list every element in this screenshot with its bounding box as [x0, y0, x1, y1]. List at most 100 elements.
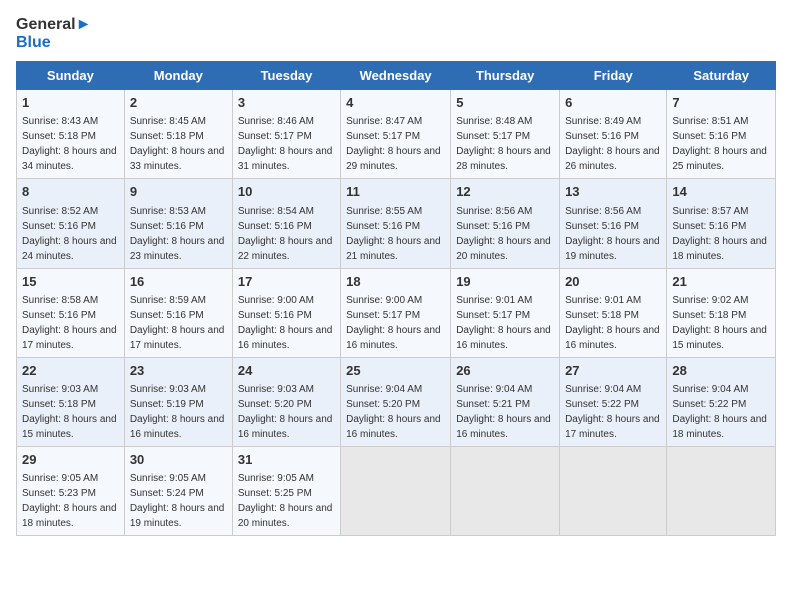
day-info: Sunrise: 8:56 AMSunset: 5:16 PMDaylight:…	[565, 206, 660, 262]
day-info: Sunrise: 8:45 AMSunset: 5:18 PMDaylight:…	[130, 116, 225, 172]
logo: General► Blue	[16, 16, 91, 51]
day-number: 16	[130, 273, 227, 291]
calendar-week-5: 29 Sunrise: 9:05 AMSunset: 5:23 PMDayligh…	[17, 446, 776, 535]
day-info: Sunrise: 8:46 AMSunset: 5:17 PMDaylight:…	[238, 116, 333, 172]
calendar-cell: 30Sunrise: 9:05 AMSunset: 5:24 PMDayligh…	[124, 446, 232, 535]
day-info: Sunrise: 8:43 AMSunset: 5:18 PMDaylight:…	[22, 116, 117, 172]
day-info: Sunrise: 8:49 AMSunset: 5:16 PMDaylight:…	[565, 116, 660, 172]
day-info: Sunrise: 9:00 AMSunset: 5:17 PMDaylight:…	[346, 295, 441, 351]
calendar-cell: 23Sunrise: 9:03 AMSunset: 5:19 PMDayligh…	[124, 357, 232, 446]
day-number: 12	[456, 183, 554, 201]
day-info: Sunrise: 9:00 AMSunset: 5:16 PMDaylight:…	[238, 295, 333, 351]
calendar-cell	[341, 446, 451, 535]
day-number: 9	[130, 183, 227, 201]
day-number: 22	[22, 362, 119, 380]
day-info: Sunrise: 8:47 AMSunset: 5:17 PMDaylight:…	[346, 116, 441, 172]
day-info: Sunrise: 9:03 AMSunset: 5:18 PMDaylight:…	[22, 384, 117, 440]
day-number: 5	[456, 94, 554, 112]
calendar-cell: 10 Sunrise: 8:54 AMSunset: 5:16 PMDayligh…	[232, 179, 340, 268]
calendar-cell: 26 Sunrise: 9:04 AMSunset: 5:21 PMDayligh…	[451, 357, 560, 446]
day-info: Sunrise: 8:55 AMSunset: 5:16 PMDaylight:…	[346, 206, 441, 262]
calendar-cell: 5Sunrise: 8:48 AMSunset: 5:17 PMDaylight…	[451, 90, 560, 179]
day-number: 26	[456, 362, 554, 380]
calendar-week-1: 1Sunrise: 8:43 AMSunset: 5:18 PMDaylight…	[17, 90, 776, 179]
day-info: Sunrise: 8:54 AMSunset: 5:16 PMDaylight:…	[238, 206, 333, 262]
day-number: 29	[22, 451, 119, 469]
calendar-cell	[451, 446, 560, 535]
calendar-cell: 11 Sunrise: 8:55 AMSunset: 5:16 PMDayligh…	[341, 179, 451, 268]
calendar-cell: 15 Sunrise: 8:58 AMSunset: 5:16 PMDayligh…	[17, 268, 125, 357]
calendar-week-4: 22 Sunrise: 9:03 AMSunset: 5:18 PMDayligh…	[17, 357, 776, 446]
day-number: 30	[130, 451, 227, 469]
weekday-header-saturday: Saturday	[667, 62, 776, 90]
day-number: 11	[346, 183, 445, 201]
day-info: Sunrise: 8:52 AMSunset: 5:16 PMDaylight:…	[22, 206, 117, 262]
calendar-cell: 6 Sunrise: 8:49 AMSunset: 5:16 PMDaylight…	[560, 90, 667, 179]
calendar-cell: 18 Sunrise: 9:00 AMSunset: 5:17 PMDayligh…	[341, 268, 451, 357]
weekday-header-friday: Friday	[560, 62, 667, 90]
day-number: 17	[238, 273, 335, 291]
calendar-cell: 14 Sunrise: 8:57 AMSunset: 5:16 PMDayligh…	[667, 179, 776, 268]
calendar-cell: 24Sunrise: 9:03 AMSunset: 5:20 PMDayligh…	[232, 357, 340, 446]
day-number: 7	[672, 94, 770, 112]
calendar-body: 1Sunrise: 8:43 AMSunset: 5:18 PMDaylight…	[17, 90, 776, 536]
calendar-week-2: 8 Sunrise: 8:52 AMSunset: 5:16 PMDaylight…	[17, 179, 776, 268]
calendar-cell: 20Sunrise: 9:01 AMSunset: 5:18 PMDayligh…	[560, 268, 667, 357]
day-number: 18	[346, 273, 445, 291]
day-number: 25	[346, 362, 445, 380]
day-number: 23	[130, 362, 227, 380]
day-info: Sunrise: 8:57 AMSunset: 5:16 PMDaylight:…	[672, 206, 767, 262]
calendar-cell: 12 Sunrise: 8:56 AMSunset: 5:16 PMDayligh…	[451, 179, 560, 268]
calendar-cell: 8 Sunrise: 8:52 AMSunset: 5:16 PMDaylight…	[17, 179, 125, 268]
day-info: Sunrise: 8:59 AMSunset: 5:16 PMDaylight:…	[130, 295, 225, 351]
day-info: Sunrise: 8:53 AMSunset: 5:16 PMDaylight:…	[130, 206, 225, 262]
day-number: 28	[672, 362, 770, 380]
day-info: Sunrise: 9:01 AMSunset: 5:17 PMDaylight:…	[456, 295, 551, 351]
day-number: 10	[238, 183, 335, 201]
day-info: Sunrise: 9:02 AMSunset: 5:18 PMDaylight:…	[672, 295, 767, 351]
day-number: 13	[565, 183, 661, 201]
day-info: Sunrise: 9:05 AMSunset: 5:25 PMDaylight:…	[238, 473, 333, 529]
day-info: Sunrise: 9:04 AMSunset: 5:21 PMDaylight:…	[456, 384, 551, 440]
calendar-table: SundayMondayTuesdayWednesdayThursdayFrid…	[16, 61, 776, 536]
day-number: 21	[672, 273, 770, 291]
day-info: Sunrise: 9:03 AMSunset: 5:20 PMDaylight:…	[238, 384, 333, 440]
day-info: Sunrise: 9:04 AMSunset: 5:22 PMDaylight:…	[565, 384, 660, 440]
day-info: Sunrise: 8:51 AMSunset: 5:16 PMDaylight:…	[672, 116, 767, 172]
calendar-cell: 22 Sunrise: 9:03 AMSunset: 5:18 PMDayligh…	[17, 357, 125, 446]
calendar-cell: 19 Sunrise: 9:01 AMSunset: 5:17 PMDayligh…	[451, 268, 560, 357]
calendar-cell: 3 Sunrise: 8:46 AMSunset: 5:17 PMDaylight…	[232, 90, 340, 179]
day-number: 19	[456, 273, 554, 291]
day-info: Sunrise: 8:58 AMSunset: 5:16 PMDaylight:…	[22, 295, 117, 351]
weekday-header-thursday: Thursday	[451, 62, 560, 90]
calendar-cell: 17 Sunrise: 9:00 AMSunset: 5:16 PMDayligh…	[232, 268, 340, 357]
calendar-cell: 21 Sunrise: 9:02 AMSunset: 5:18 PMDayligh…	[667, 268, 776, 357]
day-info: Sunrise: 8:56 AMSunset: 5:16 PMDaylight:…	[456, 206, 551, 262]
calendar-cell: 4 Sunrise: 8:47 AMSunset: 5:17 PMDaylight…	[341, 90, 451, 179]
day-number: 15	[22, 273, 119, 291]
day-number: 8	[22, 183, 119, 201]
calendar-week-3: 15 Sunrise: 8:58 AMSunset: 5:16 PMDayligh…	[17, 268, 776, 357]
weekday-header-sunday: Sunday	[17, 62, 125, 90]
calendar-cell: 13 Sunrise: 8:56 AMSunset: 5:16 PMDayligh…	[560, 179, 667, 268]
page-header: General► Blue	[16, 16, 776, 51]
calendar-cell: 9 Sunrise: 8:53 AMSunset: 5:16 PMDaylight…	[124, 179, 232, 268]
weekday-header-row: SundayMondayTuesdayWednesdayThursdayFrid…	[17, 62, 776, 90]
day-number: 14	[672, 183, 770, 201]
calendar-cell: 29 Sunrise: 9:05 AMSunset: 5:23 PMDayligh…	[17, 446, 125, 535]
calendar-cell: 25 Sunrise: 9:04 AMSunset: 5:20 PMDayligh…	[341, 357, 451, 446]
logo-text: General►	[16, 16, 91, 34]
day-number: 3	[238, 94, 335, 112]
day-info: Sunrise: 9:04 AMSunset: 5:20 PMDaylight:…	[346, 384, 441, 440]
day-info: Sunrise: 9:04 AMSunset: 5:22 PMDaylight:…	[672, 384, 767, 440]
day-number: 4	[346, 94, 445, 112]
calendar-cell: 28 Sunrise: 9:04 AMSunset: 5:22 PMDayligh…	[667, 357, 776, 446]
weekday-header-monday: Monday	[124, 62, 232, 90]
day-info: Sunrise: 9:01 AMSunset: 5:18 PMDaylight:…	[565, 295, 660, 351]
day-number: 6	[565, 94, 661, 112]
calendar-cell: 16 Sunrise: 8:59 AMSunset: 5:16 PMDayligh…	[124, 268, 232, 357]
day-info: Sunrise: 9:05 AMSunset: 5:23 PMDaylight:…	[22, 473, 117, 529]
weekday-header-wednesday: Wednesday	[341, 62, 451, 90]
calendar-cell	[667, 446, 776, 535]
day-number: 27	[565, 362, 661, 380]
